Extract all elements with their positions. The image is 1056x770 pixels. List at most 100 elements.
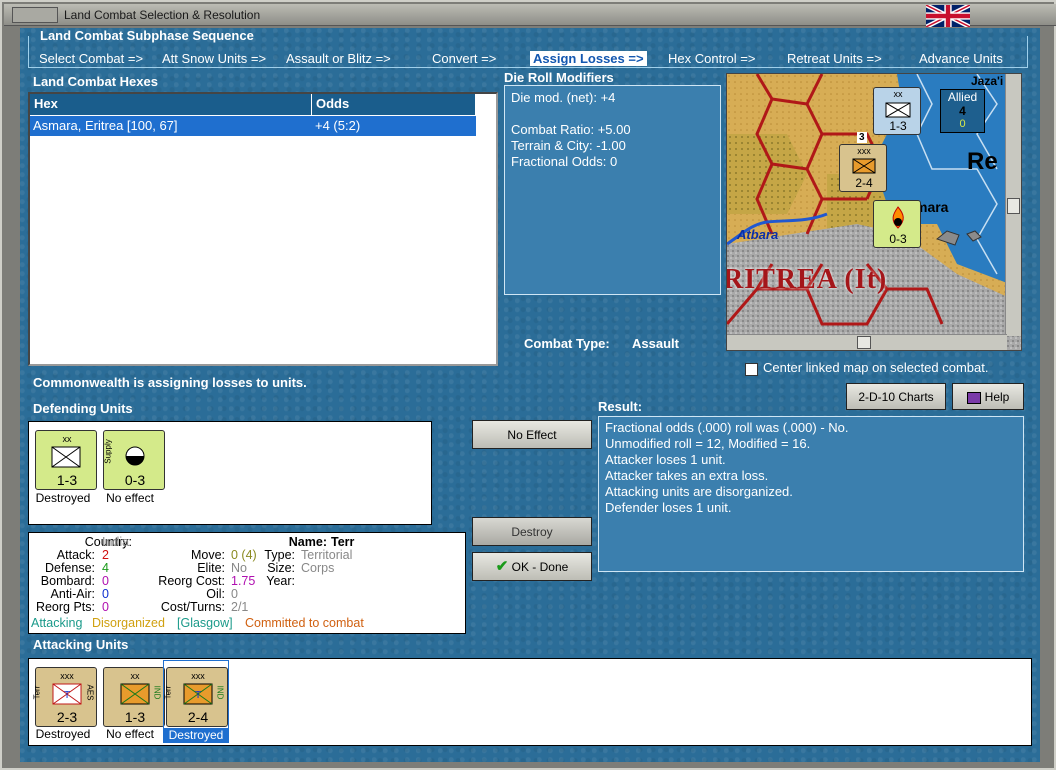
infantry-icon	[885, 102, 911, 118]
counter-size: xx	[130, 671, 140, 681]
attacker-selected[interactable]: xxx Terr IND T 2-4 Destroyed	[163, 660, 229, 743]
allied-box: Allied 4 0	[940, 89, 985, 133]
result-box: Fractional odds (.000) roll was (.000) -…	[598, 416, 1024, 572]
seq-convert[interactable]: Convert =>	[432, 51, 496, 66]
die-net: Die mod. (net): +4	[511, 90, 616, 105]
vscroll-thumb[interactable]	[1007, 198, 1020, 214]
die-terrain: Terrain & City: -1.00	[511, 138, 626, 153]
hscroll-thumb[interactable]	[857, 336, 871, 349]
status-disorganized: Disorganized	[92, 616, 165, 630]
svg-text:T: T	[195, 690, 201, 701]
map-vscroll[interactable]	[1005, 74, 1021, 336]
allied-count: 4	[959, 104, 966, 118]
linked-map[interactable]: RITREA (It) Re Atbara mara Jaza'i Allied…	[726, 73, 1022, 351]
bombard-value: 0	[102, 574, 109, 588]
map-city-label: Jaza'i	[971, 74, 1004, 88]
table-row[interactable]: Asmara, Eritrea [100, 67] +4 (5:2)	[30, 116, 476, 136]
defender-counter[interactable]: Supply 0-3	[103, 430, 165, 490]
attacker-counter[interactable]: xxx Terr IND T 2-4	[163, 667, 228, 727]
die-fractional: Fractional Odds: 0	[511, 154, 618, 169]
result-line: Attacking units are disorganized.	[605, 484, 793, 499]
attacker-counter[interactable]: xx IND 1-3	[103, 667, 165, 727]
antiair-value: 0	[102, 587, 109, 601]
ok-label: OK - Done	[511, 560, 569, 574]
col-hex-header[interactable]: Hex	[30, 94, 312, 115]
map-hscroll[interactable]	[727, 334, 1007, 350]
map-re-label: Re	[967, 148, 998, 175]
center-map-label: Center linked map on selected combat.	[763, 360, 989, 375]
no-effect-button[interactable]: No Effect	[472, 420, 592, 449]
attacking-units-box: xxx Terr AES T 2-3 Destroyed xx IND 1-3 …	[28, 658, 1032, 746]
uk-flag-icon[interactable]	[926, 5, 970, 27]
infantry-icon	[51, 446, 81, 468]
attacking-title: Attacking Units	[33, 637, 129, 652]
infantry-icon	[120, 683, 150, 705]
territorial-icon: T	[183, 683, 213, 705]
territorial-icon	[852, 158, 876, 174]
counter-side-label: Terr	[32, 685, 42, 700]
result-line: Attacker loses 1 unit.	[605, 452, 726, 467]
odds-cell: +4 (5:2)	[315, 118, 361, 133]
system-menu-button[interactable]	[12, 7, 58, 23]
ok-done-button[interactable]: ✔ OK - Done	[472, 552, 592, 581]
destroy-button[interactable]: Destroy	[472, 517, 592, 546]
counter-size: xx	[893, 89, 903, 99]
defender-result: No effect	[106, 491, 154, 505]
counter-size: xx	[62, 434, 72, 444]
unit-info: Country: India Attack: 2 Defense: 4 Bomb…	[28, 532, 466, 634]
center-map-checkbox[interactable]	[745, 363, 758, 376]
attacker-counter[interactable]: xxx Terr AES T 2-3	[32, 667, 97, 727]
oil-label: Oil:	[206, 587, 225, 601]
allied-label: Allied	[947, 90, 978, 104]
die-ratio: Combat Ratio: +5.00	[511, 122, 631, 137]
map-stack-count: 3	[857, 132, 867, 143]
defender-counter[interactable]: xx 1-3	[35, 430, 97, 490]
result-line: Defender loses 1 unit.	[605, 500, 732, 515]
map-counter-supply[interactable]: 0-3	[873, 200, 921, 248]
col-odds-header[interactable]: Odds	[312, 94, 476, 115]
seq-select-combat[interactable]: Select Combat =>	[39, 51, 143, 66]
map-region-label: RITREA (It)	[726, 264, 888, 295]
attacker-result: Destroyed	[164, 728, 228, 742]
counter-strength: 2-4	[855, 176, 873, 190]
counter-nation-label: AES	[85, 684, 95, 701]
checkmark-icon: ✔	[495, 558, 509, 575]
map-counter-xxx[interactable]: xxx 2-4	[839, 144, 887, 192]
charts-button[interactable]: 2-D-10 Charts	[846, 383, 946, 410]
move-value: 0 (4)	[231, 548, 257, 562]
oil-value: 0	[231, 587, 238, 601]
result-title: Result:	[598, 399, 643, 414]
map-counter-xx[interactable]: xx 1-3	[873, 87, 921, 135]
die-modifiers: Die mod. (net): +4 Combat Ratio: +5.00 T…	[504, 85, 721, 295]
seq-assault-blitz[interactable]: Assault or Blitz =>	[286, 51, 391, 66]
status-attacking: Attacking	[31, 616, 83, 630]
antiair-label: Anti-Air:	[50, 587, 95, 601]
hexes-table[interactable]: Hex Odds Asmara, Eritrea [100, 67] +4 (5…	[28, 92, 498, 366]
counter-strength: 0-3	[889, 232, 907, 246]
seq-att-snow[interactable]: Att Snow Units =>	[162, 51, 266, 66]
help-label: Help	[984, 390, 1010, 404]
help-button[interactable]: Help	[952, 383, 1024, 410]
reorgpts-value: 0	[102, 600, 109, 614]
seq-assign-losses[interactable]: Assign Losses =>	[530, 51, 647, 66]
name-value: Terr	[331, 535, 355, 549]
hexes-title: Land Combat Hexes	[33, 74, 158, 89]
country-value: India	[102, 535, 130, 549]
counter-strength: 1-3	[124, 709, 146, 725]
counter-size: xxx	[191, 671, 205, 681]
elite-value: No	[231, 561, 247, 575]
seq-retreat[interactable]: Retreat Units =>	[787, 51, 882, 66]
status-glasgow: [Glasgow]	[177, 616, 233, 630]
size-label: Size:	[267, 561, 295, 575]
hex-cell: Asmara, Eritrea [100, 67]	[33, 118, 178, 133]
sequence-title: Land Combat Subphase Sequence	[40, 28, 254, 43]
result-line: Unmodified roll = 12, Modified = 16.	[605, 436, 811, 451]
seq-hex-control[interactable]: Hex Control =>	[668, 51, 755, 66]
fire-icon	[892, 206, 904, 229]
costturns-value: 2/1	[231, 600, 249, 614]
attack-label: Attack:	[56, 548, 95, 562]
name-label: Name:	[288, 535, 327, 549]
seq-advance[interactable]: Advance Units	[919, 51, 1003, 66]
elite-label: Elite:	[197, 561, 225, 575]
type-label: Type:	[264, 548, 295, 562]
